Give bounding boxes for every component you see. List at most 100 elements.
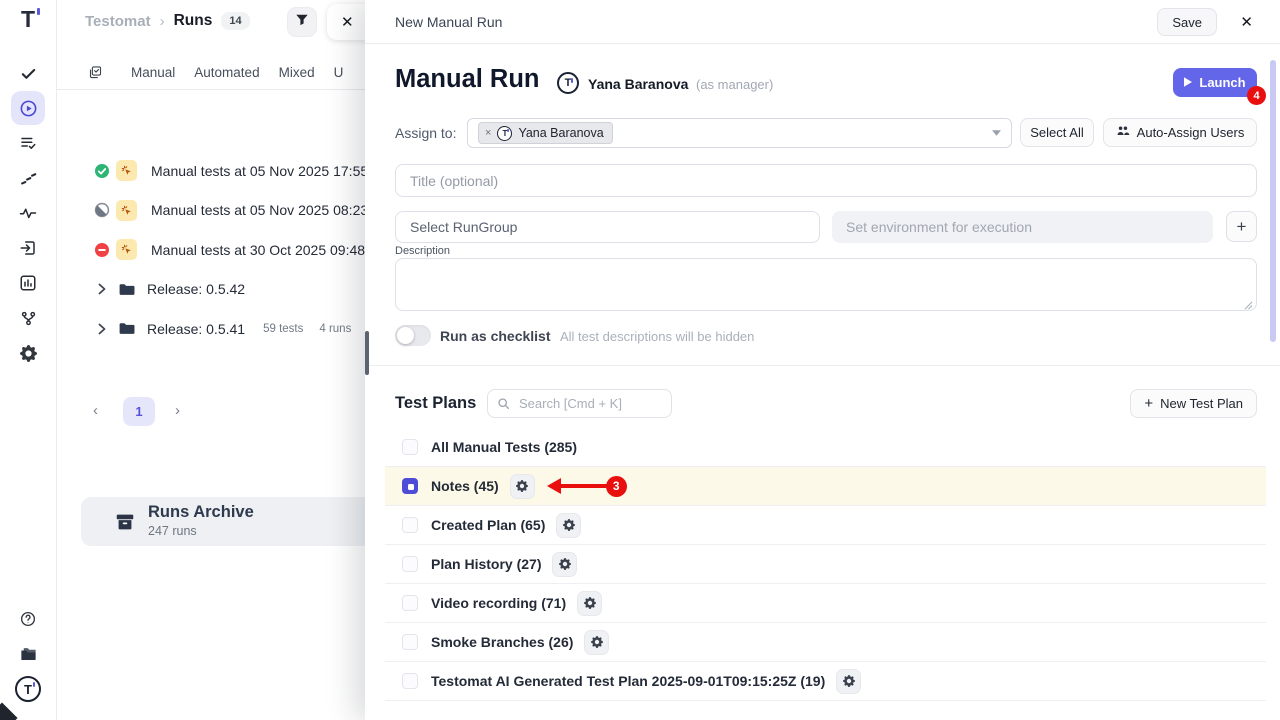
- remove-tag-icon[interactable]: ×: [485, 127, 491, 139]
- arrow-line: [560, 484, 607, 488]
- archive-box-icon: [114, 511, 136, 533]
- test-plan-row[interactable]: Smoke Branches (26): [385, 623, 1266, 662]
- description-textarea[interactable]: [395, 258, 1257, 311]
- sidebar-item-settings[interactable]: [11, 336, 45, 370]
- plan-settings-button[interactable]: [552, 552, 577, 577]
- tab-automated[interactable]: Automated: [194, 65, 259, 80]
- sidebar-item-activity[interactable]: [11, 196, 45, 230]
- manual-run-icon: [116, 160, 137, 181]
- tab-manual[interactable]: Manual: [131, 65, 175, 80]
- test-plan-row[interactable]: All Manual Tests (285): [385, 428, 1266, 467]
- test-plan-row[interactable]: Video recording (71): [385, 584, 1266, 623]
- assignee-select[interactable]: × T Yana Baranova: [467, 118, 1012, 148]
- archive-count: 247 runs: [148, 524, 197, 538]
- assignee-name: Yana Baranova: [518, 126, 603, 140]
- list-check-icon: [19, 134, 37, 152]
- select-all-button[interactable]: Select All: [1020, 118, 1094, 147]
- sidebar-profile-avatar[interactable]: T: [11, 672, 45, 706]
- test-plan-row[interactable]: Notes (45) 3: [385, 467, 1266, 506]
- app-logo[interactable]: T: [0, 6, 56, 33]
- plan-checkbox[interactable]: [402, 478, 418, 494]
- new-test-plan-button[interactable]: + New Test Plan: [1130, 389, 1257, 418]
- pagination-next[interactable]: ›: [175, 402, 180, 419]
- plan-label: All Manual Tests (285): [431, 439, 577, 455]
- sidebar-item-steps[interactable]: [11, 161, 45, 195]
- copy-check-icon[interactable]: [88, 65, 103, 80]
- plan-checkbox[interactable]: [402, 634, 418, 650]
- launch-button[interactable]: Launch 4: [1173, 68, 1257, 97]
- play-circle-icon: [19, 99, 38, 118]
- plan-settings-button[interactable]: [577, 591, 602, 616]
- breadcrumb-project[interactable]: Testomat: [85, 13, 151, 30]
- status-passed-icon: [94, 163, 110, 179]
- test-plan-list: All Manual Tests (285) Notes (45) 3 Crea…: [385, 428, 1266, 701]
- app-root: T: [0, 0, 1280, 720]
- chevron-right-icon[interactable]: [94, 283, 110, 295]
- play-icon: [1184, 75, 1192, 90]
- checklist-hint: All test descriptions will be hidden: [560, 329, 754, 344]
- owner-role: (as manager): [696, 77, 773, 92]
- breadcrumb: Testomat › Runs 14: [85, 12, 250, 30]
- plan-label: Notes (45): [431, 478, 499, 494]
- plan-checkbox[interactable]: [402, 517, 418, 533]
- add-environment-button[interactable]: +: [1226, 211, 1257, 242]
- modal-scrollbar-thumb[interactable]: [1270, 60, 1276, 342]
- bar-chart-icon: [19, 274, 37, 292]
- sidebar-item-import[interactable]: [11, 231, 45, 265]
- sidebar-nav: [0, 56, 56, 371]
- run-title-input[interactable]: [395, 164, 1257, 197]
- test-plan-row[interactable]: Plan History (27): [385, 545, 1266, 584]
- sidebar-bottom-nav: T: [0, 602, 56, 707]
- pulse-icon: [19, 204, 37, 222]
- sidebar-item-branches[interactable]: [11, 301, 45, 335]
- modal-close-icon[interactable]: ✕: [1240, 13, 1253, 31]
- sidebar-item-tests[interactable]: [11, 56, 45, 90]
- plan-checkbox[interactable]: [402, 673, 418, 689]
- tab-mixed[interactable]: Mixed: [279, 65, 315, 80]
- description-label: Description: [395, 245, 450, 257]
- tab-clipped[interactable]: U: [334, 65, 344, 80]
- plan-label: Created Plan (65): [431, 517, 545, 533]
- panel-scrollbar-thumb[interactable]: [365, 331, 369, 375]
- sidebar-item-runs[interactable]: [11, 91, 45, 125]
- modal-title: New Manual Run: [395, 14, 502, 30]
- plan-label: Smoke Branches (26): [431, 634, 573, 650]
- test-plan-row[interactable]: Created Plan (65): [385, 506, 1266, 545]
- annotation-badge: 3: [606, 476, 627, 497]
- release-runs-count: 4 runs: [319, 323, 351, 335]
- archive-title: Runs Archive: [148, 503, 254, 522]
- users-icon: [1116, 124, 1130, 141]
- close-icon[interactable]: ✕: [341, 13, 354, 31]
- sidebar-item-analytics[interactable]: [11, 266, 45, 300]
- rungroup-select[interactable]: [395, 211, 820, 243]
- sidebar-item-test-plans[interactable]: [11, 126, 45, 160]
- step-badge-4: 4: [1247, 86, 1266, 105]
- section-divider: [365, 365, 1280, 366]
- sidebar-item-help[interactable]: [11, 602, 45, 636]
- plan-checkbox[interactable]: [402, 595, 418, 611]
- environment-input[interactable]: [832, 211, 1213, 243]
- plan-label: Video recording (71): [431, 595, 566, 611]
- save-button[interactable]: Save: [1157, 8, 1217, 36]
- search-input[interactable]: [487, 389, 672, 418]
- plan-checkbox[interactable]: [402, 439, 418, 455]
- plan-settings-button[interactable]: [836, 669, 861, 694]
- run-as-checklist-toggle[interactable]: [395, 325, 431, 346]
- plan-settings-button[interactable]: [556, 513, 581, 538]
- plan-label: Plan History (27): [431, 556, 541, 572]
- help-icon: [19, 610, 37, 628]
- plan-settings-button[interactable]: [510, 474, 535, 499]
- test-plan-row[interactable]: Testomat AI Generated Test Plan 2025-09-…: [385, 662, 1266, 701]
- page-title: Manual Run: [395, 65, 540, 94]
- plan-checkbox[interactable]: [402, 556, 418, 572]
- plan-settings-button[interactable]: [584, 630, 609, 655]
- auto-assign-button[interactable]: Auto-Assign Users: [1103, 118, 1257, 147]
- pagination-prev[interactable]: ‹: [93, 402, 98, 419]
- filter-button[interactable]: [287, 7, 317, 37]
- manual-run-icon: [116, 200, 137, 221]
- steps-icon: [20, 170, 37, 187]
- sidebar-item-projects[interactable]: [11, 637, 45, 671]
- chevron-right-icon[interactable]: [94, 323, 110, 335]
- test-plans-search: [487, 389, 672, 418]
- pagination-page-1[interactable]: 1: [123, 397, 155, 426]
